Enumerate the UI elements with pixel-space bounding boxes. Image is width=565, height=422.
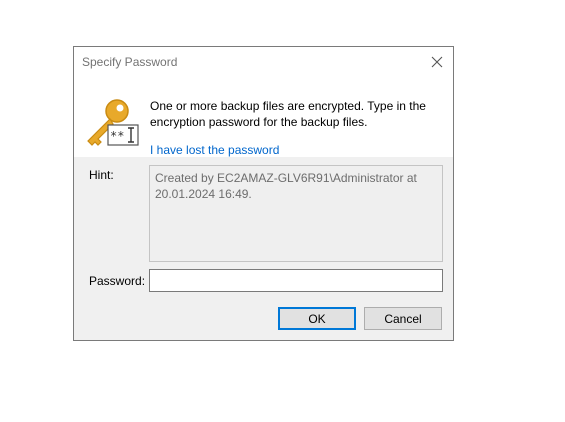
specify-password-dialog: Specify Password ** One or more backup f…: [73, 46, 454, 341]
encryption-message: One or more backup files are encrypted. …: [150, 99, 426, 129]
lost-password-link[interactable]: I have lost the password: [150, 143, 279, 157]
dialog-title: Specify Password: [82, 55, 178, 69]
header-panel: ** One or more backup files are encrypte…: [74, 77, 453, 157]
password-input[interactable]: [149, 269, 443, 292]
ok-button[interactable]: OK: [278, 307, 356, 330]
password-label: Password:: [89, 274, 146, 288]
key-password-icon: **: [87, 99, 139, 146]
title-bar: Specify Password: [74, 47, 453, 77]
svg-text:**: **: [110, 129, 124, 143]
close-button[interactable]: [421, 47, 453, 77]
close-icon: [431, 56, 443, 68]
cancel-button[interactable]: Cancel: [364, 307, 442, 330]
hint-label: Hint:: [89, 168, 114, 182]
hint-text-box: Created by EC2AMAZ-GLV6R91\Administrator…: [149, 165, 443, 262]
